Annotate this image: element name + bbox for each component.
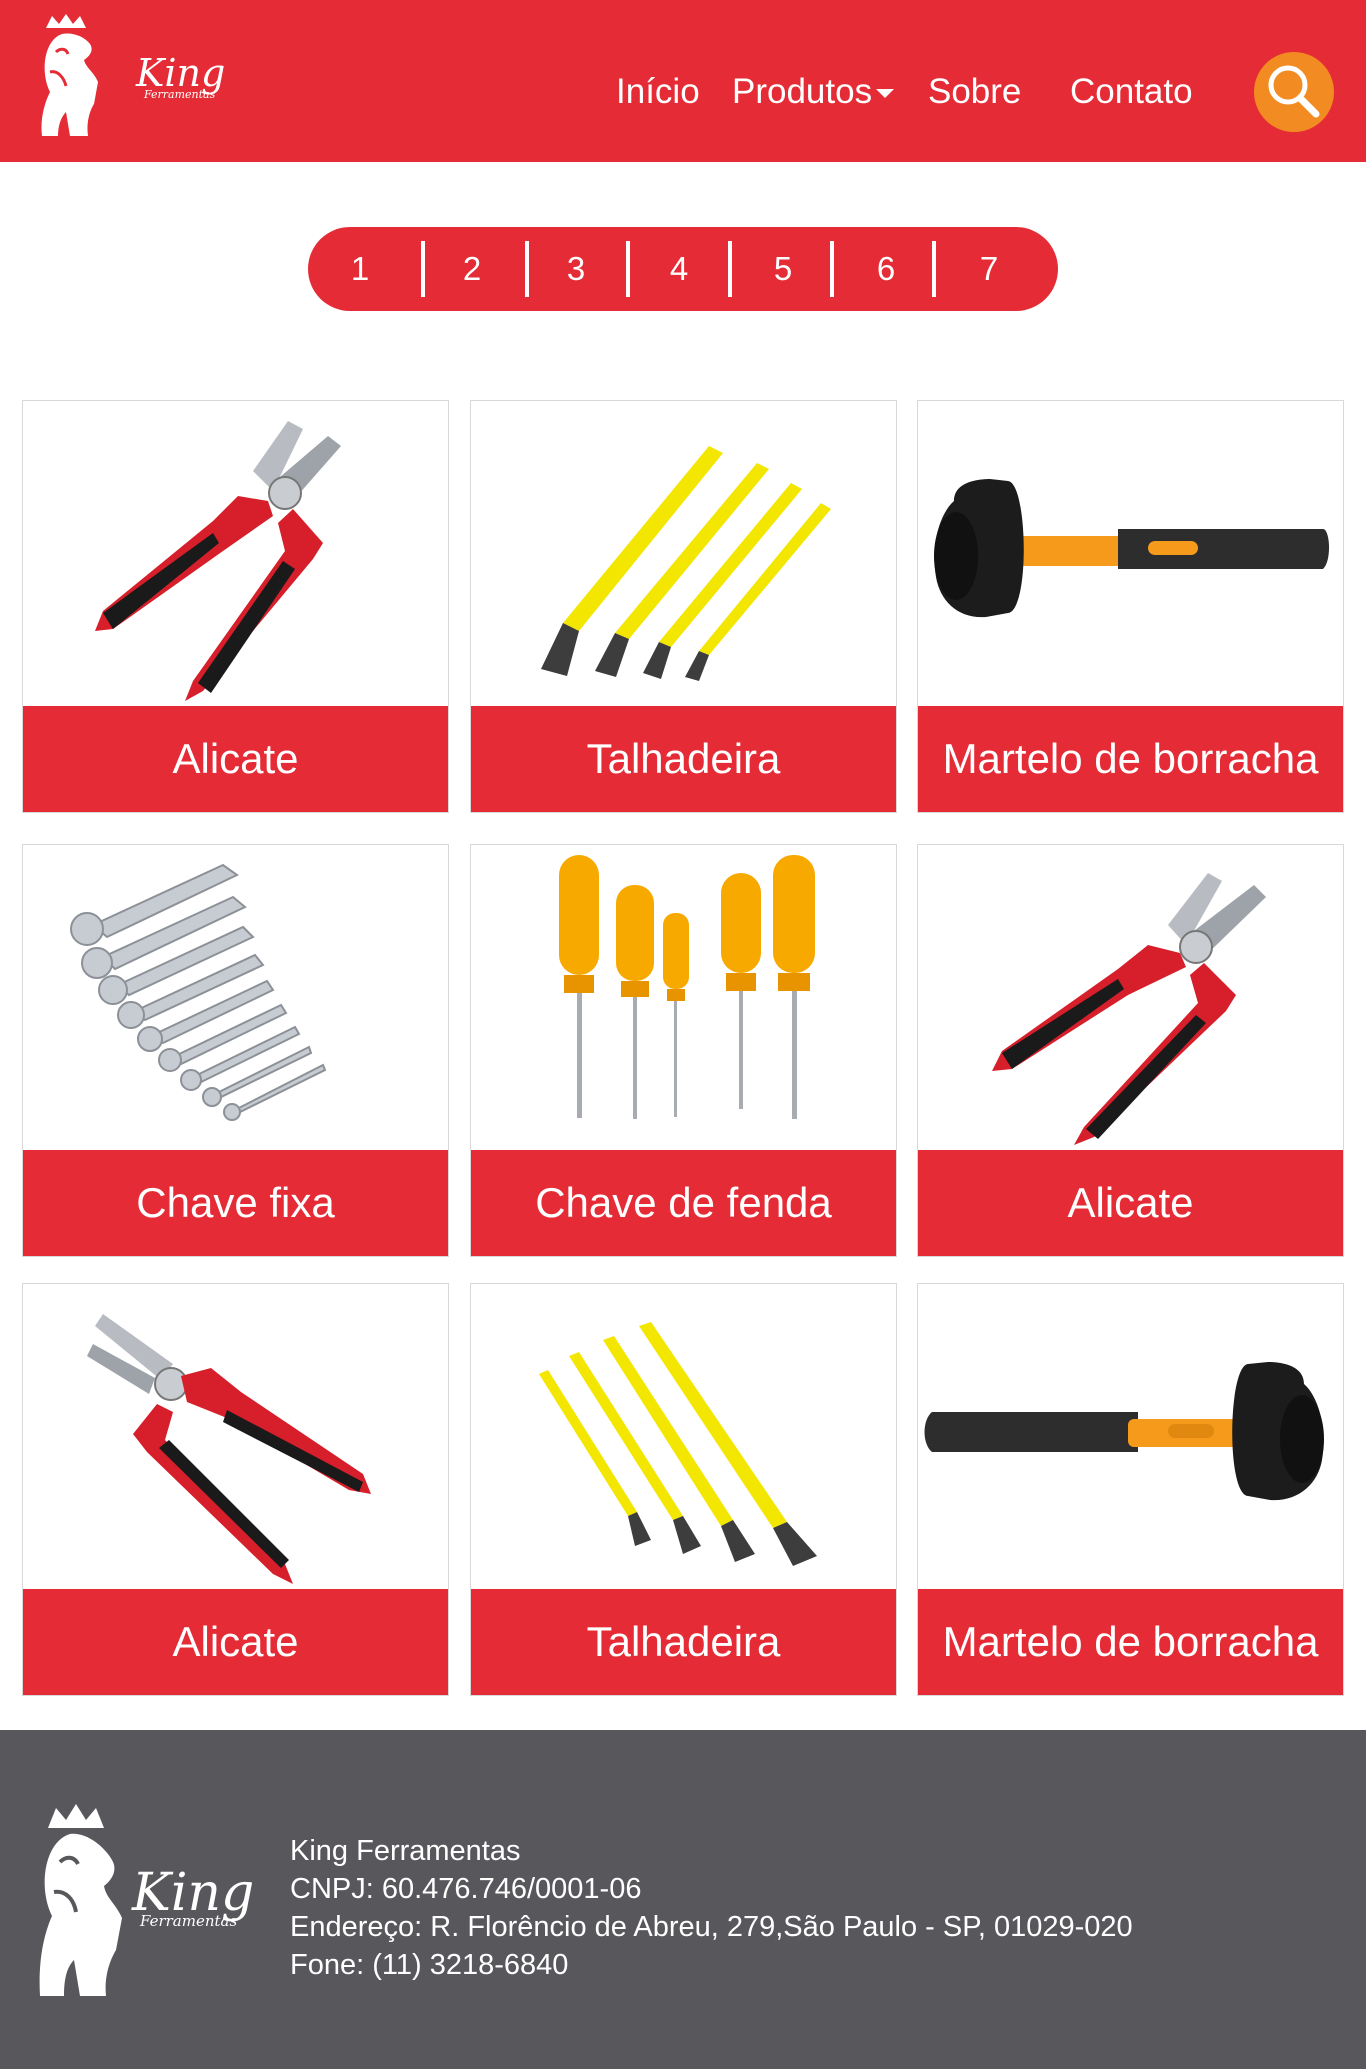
- page-link-6[interactable]: 6: [834, 227, 938, 311]
- product-image: [23, 845, 448, 1150]
- company-info: King Ferramentas CNPJ: 60.476.746/0001-0…: [290, 1832, 1133, 1984]
- site-header: King Ferramentas Início Produtos Sobre C…: [0, 0, 1366, 162]
- footer-logo[interactable]: King Ferramentas: [34, 1800, 264, 2010]
- company-cnpj: CNPJ: 60.476.746/0001-06: [290, 1873, 642, 1905]
- page-link-4[interactable]: 4: [627, 227, 731, 311]
- product-image: [918, 845, 1343, 1150]
- brand-subtitle: Ferramentas: [144, 88, 216, 101]
- brand-name: King: [136, 51, 226, 95]
- nav-produtos[interactable]: Produtos: [732, 68, 895, 116]
- pliers-icon: [87, 1314, 371, 1584]
- wrench-set-icon: [70, 863, 327, 1121]
- chisel-set-icon: [539, 1322, 817, 1566]
- brand-logo[interactable]: King Ferramentas: [36, 12, 225, 142]
- product-card[interactable]: Alicate: [22, 400, 449, 813]
- product-card[interactable]: Talhadeira: [470, 400, 897, 813]
- nav-contato[interactable]: Contato: [1070, 68, 1193, 116]
- pagination: 1 2 3 4 5 6 7: [308, 227, 1058, 311]
- search-icon: [1268, 65, 1320, 118]
- search-button[interactable]: [1254, 52, 1334, 132]
- page-link-5[interactable]: 5: [731, 227, 835, 311]
- lion-crown-icon: [41, 14, 98, 136]
- product-card[interactable]: Chave fixa: [22, 844, 449, 1257]
- rubber-mallet-icon: [934, 479, 1330, 618]
- pliers-icon: [992, 873, 1266, 1145]
- brand-wordmark: King Ferramentas: [136, 54, 225, 101]
- pliers-icon: [95, 421, 341, 701]
- lion-crown-icon: King Ferramentas: [39, 1804, 254, 1996]
- product-image: [471, 401, 896, 706]
- product-label: Talhadeira: [471, 706, 896, 812]
- company-address: Endereço: R. Florêncio de Abreu, 279,São…: [290, 1911, 1133, 1943]
- page-link-7[interactable]: 7: [937, 227, 1041, 311]
- page-link-2[interactable]: 2: [420, 227, 524, 311]
- chevron-down-icon: [876, 89, 895, 99]
- nav-inicio[interactable]: Início: [616, 68, 700, 116]
- product-label: Martelo de borracha: [918, 1589, 1343, 1695]
- product-label: Martelo de borracha: [918, 706, 1343, 812]
- product-card[interactable]: Talhadeira: [470, 1283, 897, 1696]
- product-card[interactable]: Martelo de borracha: [917, 1283, 1344, 1696]
- screwdriver-set-icon: [559, 855, 815, 1119]
- product-label: Talhadeira: [471, 1589, 896, 1695]
- company-name: King Ferramentas: [290, 1835, 521, 1867]
- product-card[interactable]: Martelo de borracha: [917, 400, 1344, 813]
- product-label: Chave de fenda: [471, 1150, 896, 1256]
- product-label: Chave fixa: [23, 1150, 448, 1256]
- page-link-3[interactable]: 3: [524, 227, 628, 311]
- product-image: [918, 401, 1343, 706]
- nav-produtos-label: Produtos: [732, 72, 873, 111]
- product-card[interactable]: Alicate: [917, 844, 1344, 1257]
- product-label: Alicate: [918, 1150, 1343, 1256]
- product-card[interactable]: Alicate: [22, 1283, 449, 1696]
- product-image: [23, 401, 448, 706]
- page-link-1[interactable]: 1: [308, 227, 412, 311]
- site-footer: King Ferramentas King Ferramentas CNPJ: …: [0, 1730, 1366, 2069]
- product-label: Alicate: [23, 1589, 448, 1695]
- footer-brand-subtitle: Ferramentas: [139, 1912, 237, 1930]
- product-label: Alicate: [23, 706, 448, 812]
- product-image: [23, 1284, 448, 1589]
- page-divider: [932, 241, 936, 297]
- chisel-set-icon: [541, 446, 831, 681]
- rubber-mallet-icon: [924, 1362, 1324, 1501]
- product-card[interactable]: Chave de fenda: [470, 844, 897, 1257]
- product-image: [918, 1284, 1343, 1589]
- product-image: [471, 1284, 896, 1589]
- product-image: [471, 845, 896, 1150]
- nav-sobre[interactable]: Sobre: [928, 68, 1021, 116]
- company-phone[interactable]: Fone: (11) 3218-6840: [290, 1946, 1133, 1984]
